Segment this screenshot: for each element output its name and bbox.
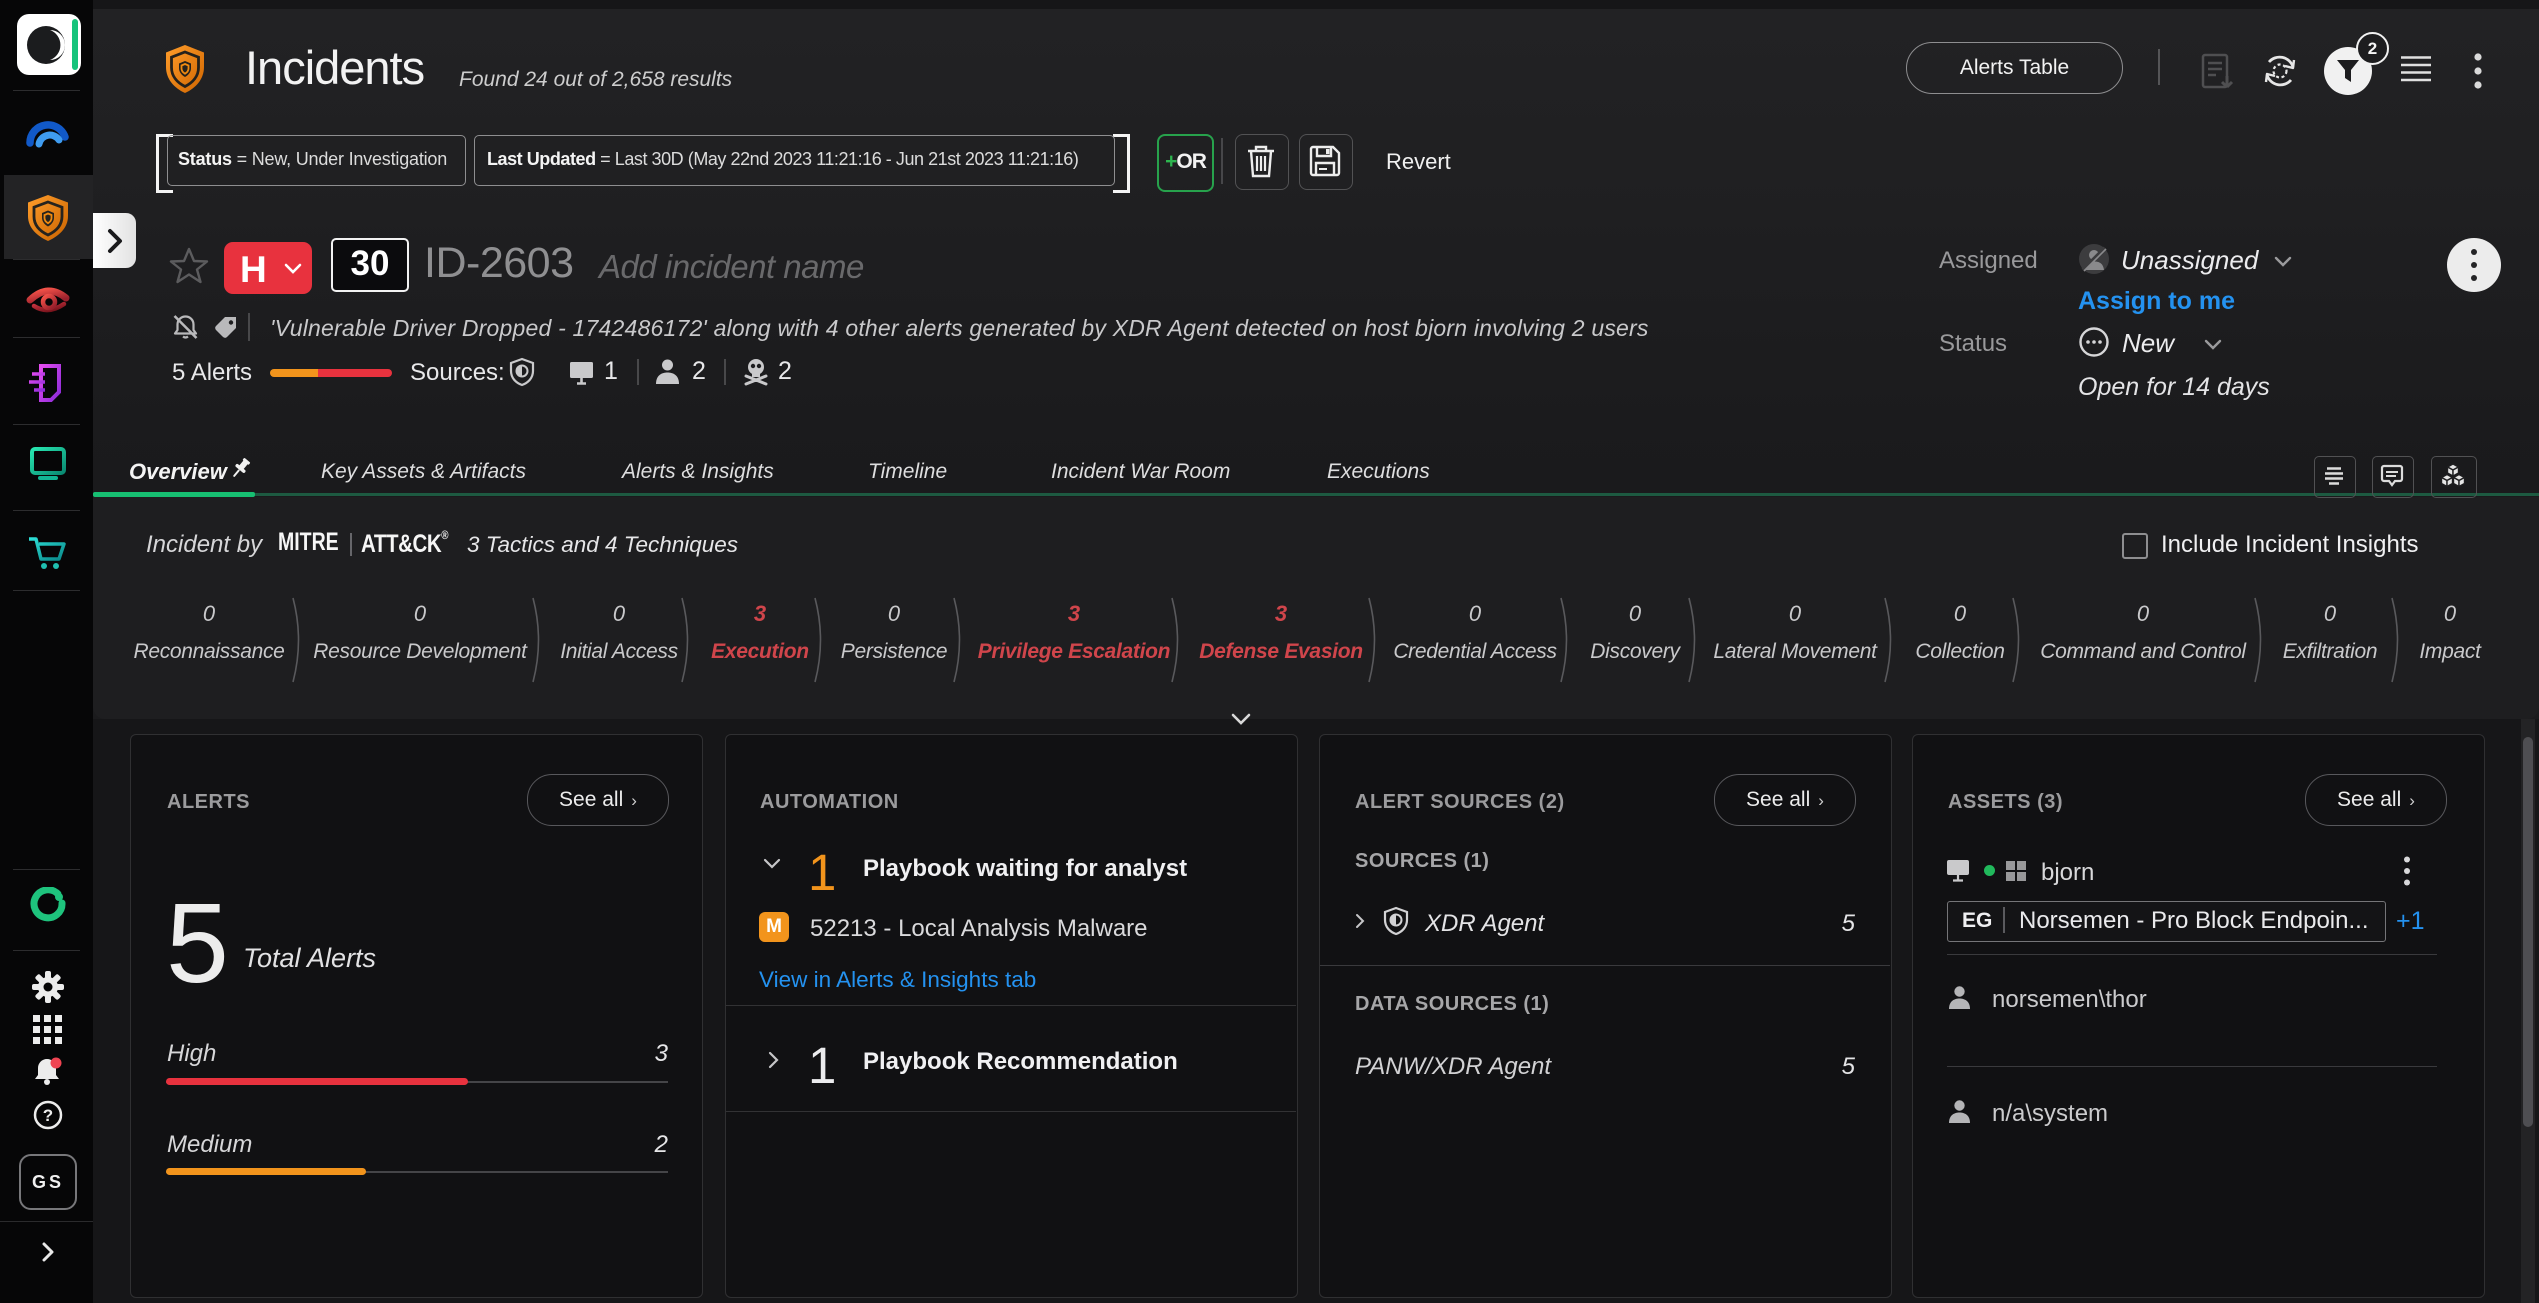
svg-text:?: ? [43,1106,53,1125]
